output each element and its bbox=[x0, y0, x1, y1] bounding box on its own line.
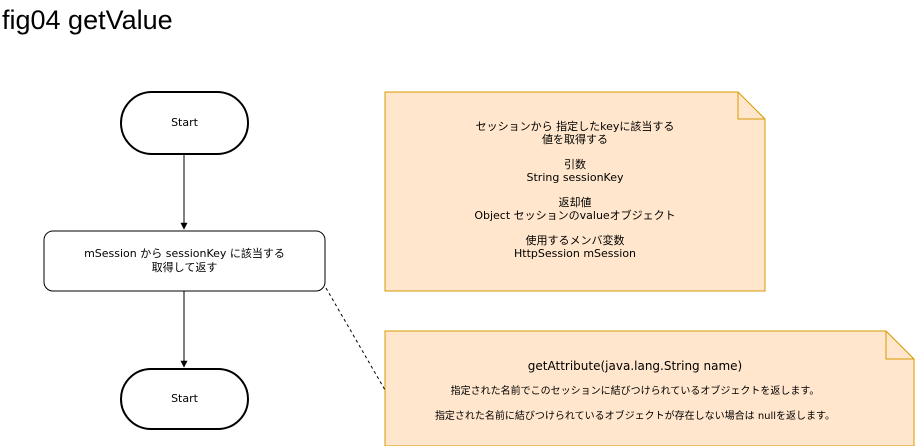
dashed-connector bbox=[325, 287, 386, 391]
note-bottom-text: getAttribute(java.lang.String name) 指定され… bbox=[385, 346, 885, 436]
note-top-desc-line1: セッションから 指定したkeyに該当する bbox=[475, 120, 675, 133]
end-node-label: Start bbox=[121, 369, 248, 429]
note-top-return-value: Object セッションのvalueオブジェクト bbox=[474, 209, 676, 222]
note-top-text: セッションから 指定したkeyに該当する 値を取得する 引数 String se… bbox=[385, 100, 765, 280]
note-bottom-line1: 指定された名前でこのセッションに結びつけられているオブジェクトを返します。 bbox=[450, 385, 820, 397]
note-top-arg-value: String sessionKey bbox=[526, 171, 624, 184]
note-bottom-line2: 指定された名前に結びつけられているオブジェクトが存在しない場合は nullを返し… bbox=[434, 410, 836, 422]
start-label: Start bbox=[171, 116, 198, 129]
note-top-return-heading: 返却値 bbox=[558, 196, 592, 209]
note-bottom-method: getAttribute(java.lang.String name) bbox=[527, 358, 743, 373]
note-top-arg-heading: 引数 bbox=[564, 158, 586, 171]
process-label-line2: 取得して返す bbox=[151, 261, 218, 274]
end-label: Start bbox=[171, 392, 198, 405]
note-top-member-heading: 使用するメンバ変数 bbox=[525, 234, 625, 247]
process-node-label: mSession から sessionKey に該当する 取得して返す bbox=[44, 231, 325, 291]
note-top-desc-line2: 値を取得する bbox=[542, 133, 608, 146]
note-top-member-value: HttpSession mSession bbox=[513, 247, 637, 260]
start-node-label: Start bbox=[121, 92, 248, 154]
process-label-line1: mSession から sessionKey に該当する bbox=[84, 247, 285, 260]
